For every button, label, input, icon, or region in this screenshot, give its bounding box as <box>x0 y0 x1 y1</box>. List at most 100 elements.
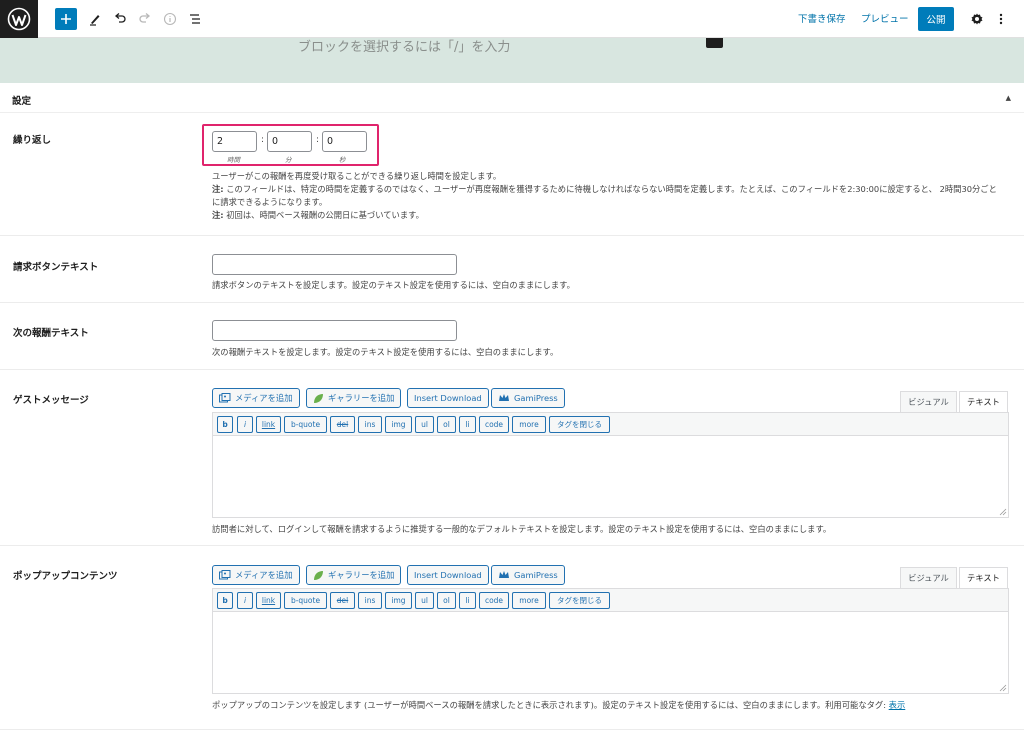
settings-gear-icon[interactable] <box>968 7 986 31</box>
minutes-input[interactable] <box>267 131 312 152</box>
quicktag-img-button[interactable]: img <box>385 592 412 609</box>
seconds-unit-label: 秒 <box>339 156 346 164</box>
repeat-description: ユーザーがこの報酬を再度受け取ることができる繰り返し時間を設定します。 注: こ… <box>212 170 1002 222</box>
guest-message-textarea[interactable] <box>212 436 1009 518</box>
quicktag-b-button[interactable]: b <box>217 416 233 433</box>
add-media-button[interactable]: メディアを追加 <box>212 388 300 408</box>
block-editor-area[interactable]: ブロックを選択するには「/」を入力 <box>0 38 1024 83</box>
add-media-label: メディアを追加 <box>235 570 293 580</box>
guest-message-description: 訪問者に対して、ログインして報酬を請求するように推奨する一般的なデフォルトテキス… <box>212 524 832 534</box>
quicktag-b-button[interactable]: b <box>217 592 233 609</box>
redo-icon[interactable] <box>136 7 154 31</box>
tab-text[interactable]: テキスト <box>959 391 1008 412</box>
quicktag-bquote-button[interactable]: b-quote <box>284 416 327 433</box>
quicktag-ins-button[interactable]: ins <box>358 592 382 609</box>
quicktag-ins-button[interactable]: ins <box>358 416 382 433</box>
wordpress-logo-icon[interactable] <box>0 0 38 38</box>
save-draft-button[interactable]: 下書き保存 <box>798 11 846 25</box>
panel-collapse-icon[interactable]: ▲ <box>1006 94 1011 102</box>
gamipress-button[interactable]: GamiPress <box>491 565 565 585</box>
quicktag-link-button[interactable]: link <box>256 416 281 433</box>
quicktag-li-button[interactable]: li <box>459 416 476 433</box>
quicktag-del-button[interactable]: del <box>330 592 355 609</box>
insert-download-button[interactable]: Insert Download <box>407 388 489 408</box>
tab-text[interactable]: テキスト <box>959 567 1008 588</box>
time-separator: : <box>316 135 320 145</box>
quicktag-more-button[interactable]: more <box>512 592 546 609</box>
leaf-icon <box>314 570 323 580</box>
repeat-label: 繰り返し <box>13 135 52 146</box>
add-media-icon <box>219 569 231 579</box>
publish-button[interactable]: 公開 <box>918 7 954 31</box>
seconds-input[interactable] <box>322 131 367 152</box>
minutes-unit-label: 分 <box>285 156 292 164</box>
crown-icon <box>499 394 509 401</box>
claim-button-text-input[interactable] <box>212 254 457 275</box>
tab-visual[interactable]: ビジュアル <box>900 567 957 588</box>
quicktag-i-button[interactable]: i <box>237 592 253 609</box>
gamipress-label: GamiPress <box>514 393 558 403</box>
resize-grip-icon <box>999 684 1007 692</box>
claim-button-label: 請求ボタンテキスト <box>13 262 99 273</box>
gamipress-label: GamiPress <box>514 570 558 580</box>
repeat-desc-text: 初回は、時間ベース報酬の公開日に基づいています。 <box>223 210 424 220</box>
gamipress-button[interactable]: GamiPress <box>491 388 565 408</box>
quicktag-close-tags-button[interactable]: タグを閉じる <box>549 592 610 609</box>
popup-content-textarea[interactable] <box>212 612 1009 694</box>
settings-panel-header[interactable]: 設定 ▲ <box>0 83 1024 113</box>
preview-button[interactable]: プレビュー <box>861 11 909 25</box>
panel-title: 設定 <box>12 96 32 107</box>
add-media-button[interactable]: メディアを追加 <box>212 565 300 585</box>
edit-pencil-icon[interactable] <box>86 7 104 31</box>
quicktag-code-button[interactable]: code <box>479 416 509 433</box>
info-icon[interactable] <box>161 7 179 31</box>
quicktag-link-button[interactable]: link <box>256 592 281 609</box>
next-reward-description: 次の報酬テキストを設定します。設定のテキスト設定を使用するには、空白のままにしま… <box>212 347 559 357</box>
time-separator: : <box>261 135 265 145</box>
next-reward-label: 次の報酬テキスト <box>13 328 89 339</box>
insert-download-label: Insert Download <box>414 393 482 403</box>
show-tags-link[interactable]: 表示 <box>889 700 906 710</box>
claim-button-row <box>0 236 1024 303</box>
add-block-button[interactable] <box>55 8 77 30</box>
tab-visual[interactable]: ビジュアル <box>900 391 957 412</box>
quicktag-ol-button[interactable]: ol <box>437 592 456 609</box>
quicktag-i-button[interactable]: i <box>237 416 253 433</box>
quicktag-more-button[interactable]: more <box>512 416 546 433</box>
add-gallery-button[interactable]: ギャラリーを追加 <box>306 565 402 585</box>
note-label: 注: <box>212 210 224 220</box>
insert-download-label: Insert Download <box>414 570 482 580</box>
quicktags-toolbar: b i link b-quote del ins img ul ol li co… <box>212 588 1009 612</box>
claim-button-description: 請求ボタンのテキストを設定します。設定のテキスト設定を使用するには、空白のままに… <box>212 280 575 290</box>
quicktag-close-tags-button[interactable]: タグを閉じる <box>549 416 610 433</box>
more-options-icon[interactable] <box>994 7 1008 31</box>
insert-download-button[interactable]: Insert Download <box>407 565 489 585</box>
popup-content-desc-text: ポップアップのコンテンツを設定します (ユーザーが時間ベースの報酬を請求したとき… <box>212 700 889 710</box>
popup-content-description: ポップアップのコンテンツを設定します (ユーザーが時間ベースの報酬を請求したとき… <box>212 699 905 712</box>
next-reward-text-input[interactable] <box>212 320 457 341</box>
quicktag-code-button[interactable]: code <box>479 592 509 609</box>
editor-top-toolbar: 下書き保存 プレビュー 公開 <box>0 0 1024 38</box>
add-gallery-label: ギャラリーを追加 <box>328 570 395 580</box>
repeat-desc-line: ユーザーがこの報酬を再度受け取ることができる繰り返し時間を設定します。 <box>212 171 502 181</box>
quicktag-img-button[interactable]: img <box>385 416 412 433</box>
quicktag-li-button[interactable]: li <box>459 592 476 609</box>
resize-grip-icon <box>999 508 1007 516</box>
guest-message-label: ゲストメッセージ <box>13 395 89 406</box>
repeat-desc-note: 注: 初回は、時間ベース報酬の公開日に基づいています。 <box>212 209 1002 222</box>
quicktag-ul-button[interactable]: ul <box>415 592 434 609</box>
quicktag-bquote-button[interactable]: b-quote <box>284 592 327 609</box>
quicktags-toolbar: b i link b-quote del ins img ul ol li co… <box>212 412 1009 436</box>
undo-icon[interactable] <box>111 7 129 31</box>
quicktag-ol-button[interactable]: ol <box>437 416 456 433</box>
repeat-desc-note: 注: このフィールドは、特定の時間を定義するのではなく、ユーザーが再度報酬を獲得… <box>212 183 1002 209</box>
block-placeholder[interactable]: ブロックを選択するには「/」を入力 <box>298 38 510 55</box>
block-inserter-icon[interactable] <box>706 38 723 48</box>
list-view-icon[interactable] <box>186 7 204 31</box>
quicktag-del-button[interactable]: del <box>330 416 355 433</box>
add-gallery-button[interactable]: ギャラリーを追加 <box>306 388 402 408</box>
quicktag-ul-button[interactable]: ul <box>415 416 434 433</box>
next-reward-row <box>0 303 1024 370</box>
note-label: 注: <box>212 184 224 194</box>
hours-input[interactable] <box>212 131 257 152</box>
